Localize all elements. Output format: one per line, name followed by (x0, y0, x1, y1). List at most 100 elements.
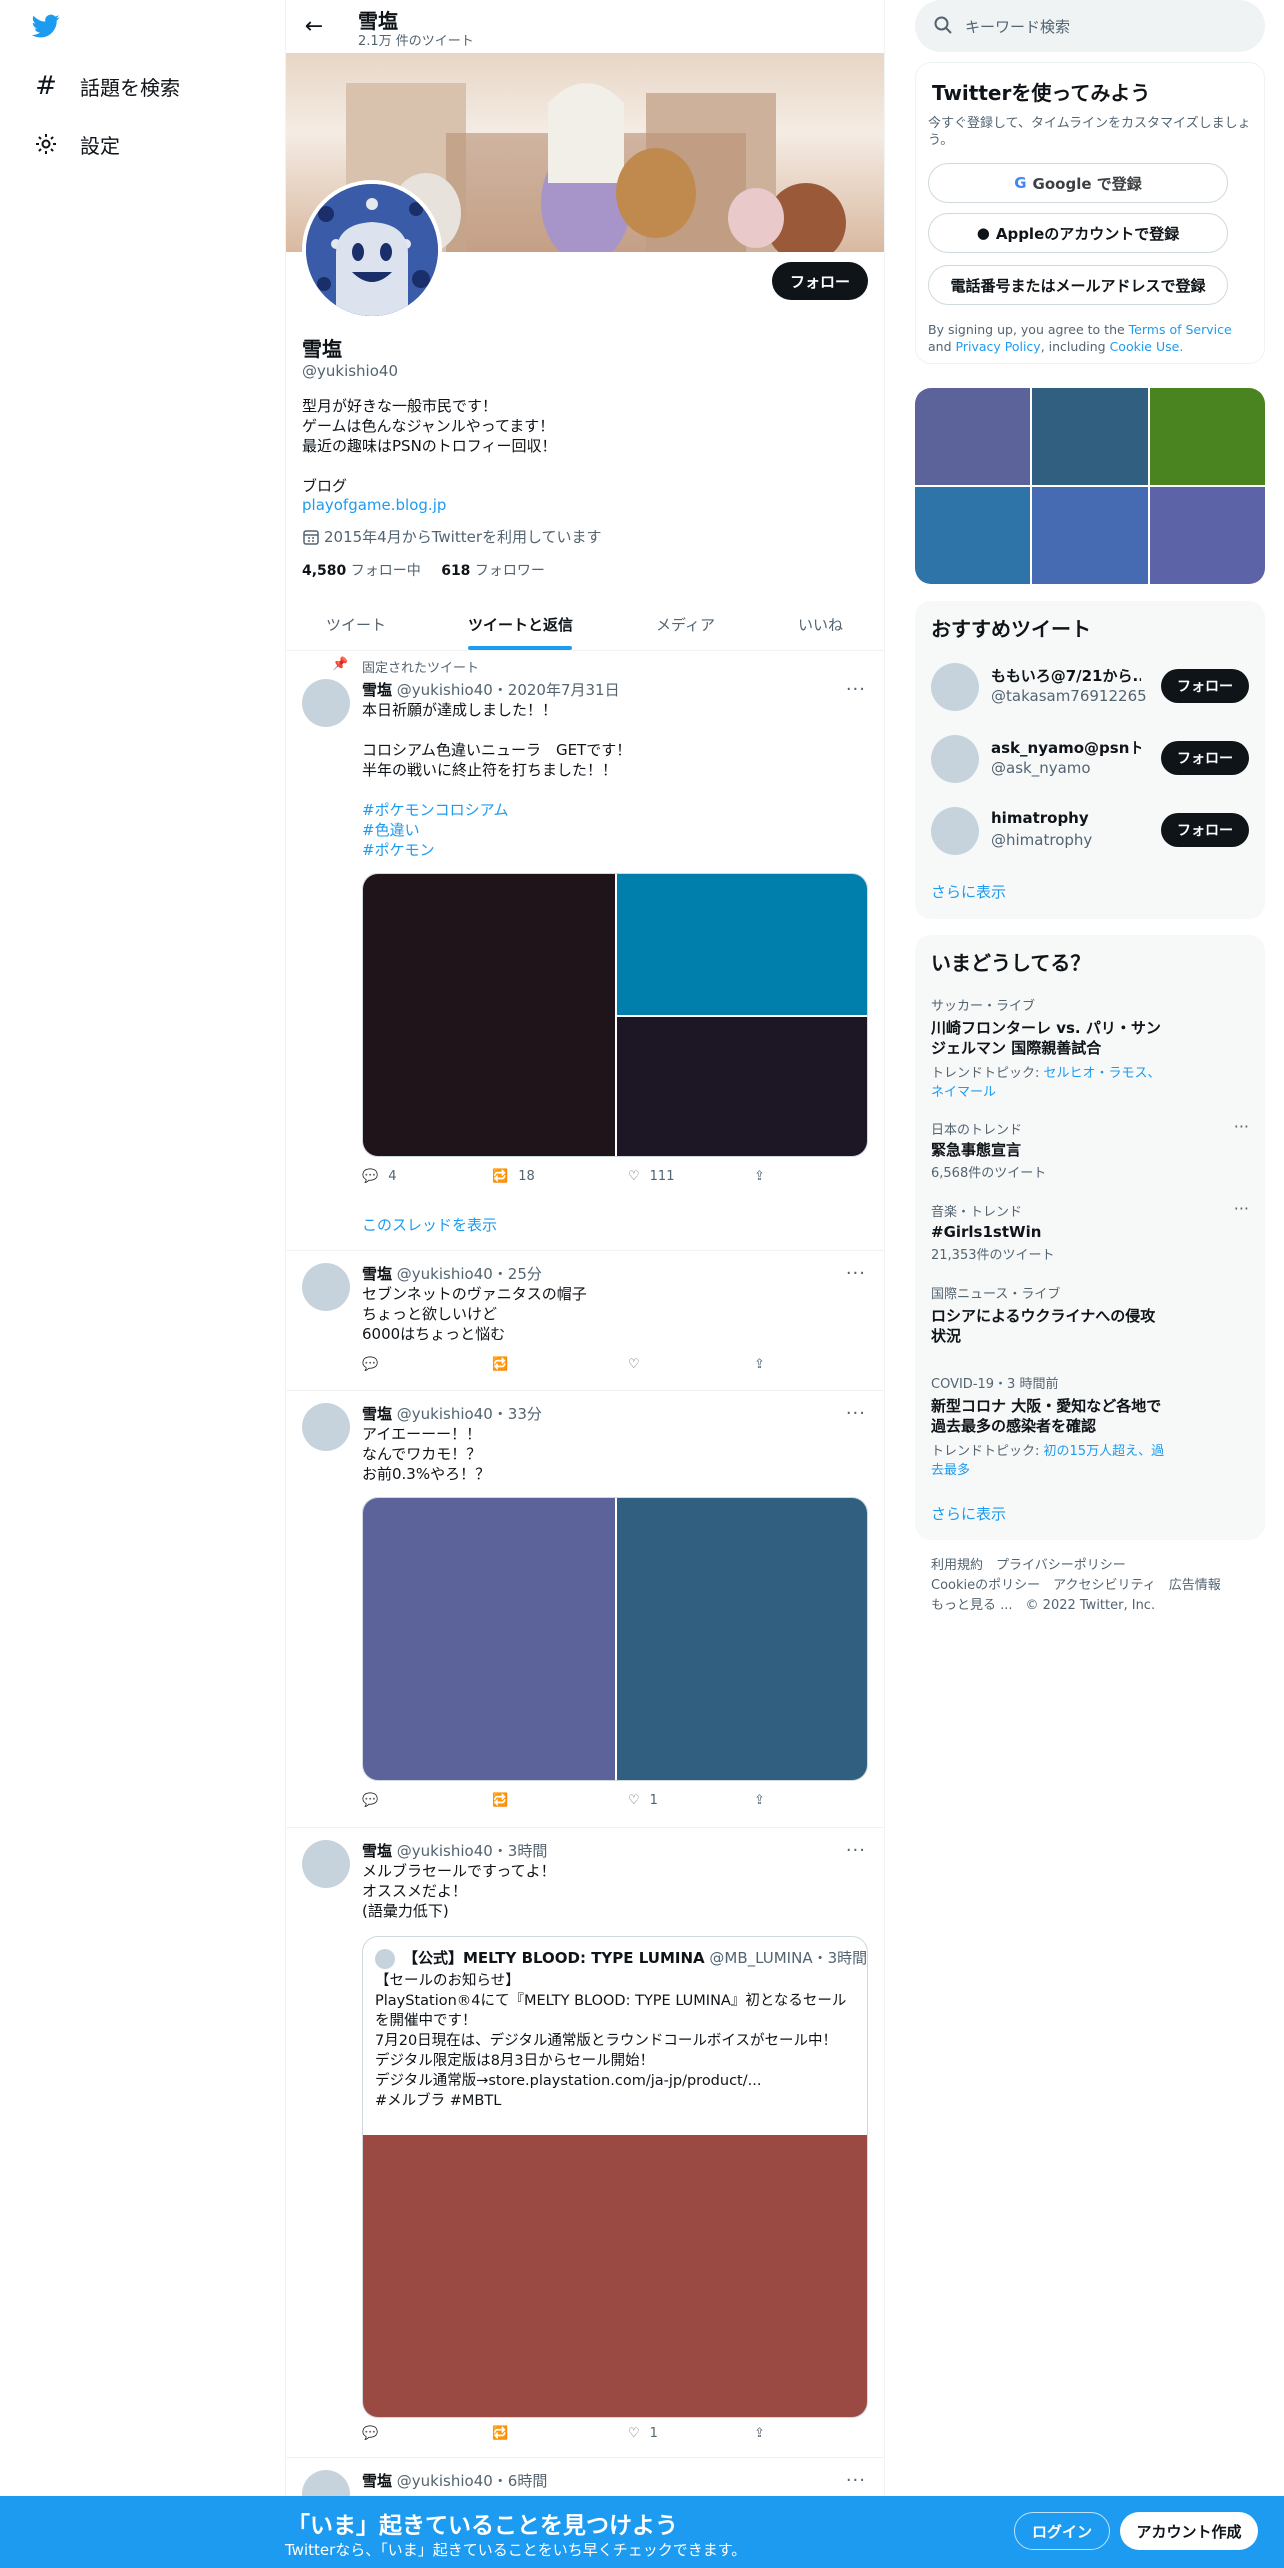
reply-button[interactable]: 💬 (362, 2426, 378, 2441)
privacy-link[interactable]: Privacy Policy (956, 339, 1041, 354)
follow-button[interactable]: フォロー (1161, 741, 1249, 775)
phone-signup-button[interactable]: 電話番号またはメールアドレスで登録 (928, 265, 1228, 305)
more-options-icon[interactable]: ··· (846, 1840, 866, 1861)
footer-link[interactable]: もっと見る ... (931, 1598, 1013, 1613)
back-arrow-icon[interactable]: ← (300, 12, 328, 40)
quote-tweet[interactable]: 【公式】MELTY BLOOD: TYPE LUMINA @MB_LUMINA・… (362, 1936, 868, 2418)
tweet-media[interactable] (362, 873, 868, 1157)
author-name[interactable]: 雪塩 (362, 1842, 392, 1860)
like-button[interactable]: ♡ 1 (628, 2426, 658, 2441)
author-handle[interactable]: @yukishio40 (397, 1842, 493, 1860)
hashtag-link[interactable]: #色違い (362, 820, 870, 840)
more-options-icon[interactable]: ··· (846, 2470, 866, 2491)
user-name[interactable]: ももいろ@7/21から... (991, 665, 1141, 686)
search-input[interactable]: キーワード検索 (915, 0, 1265, 52)
avatar[interactable] (302, 1840, 350, 1888)
tweet[interactable]: 雪塩 @yukishio40・25分 セブンネットのヴァニタスの帽子 ちょっと欲… (286, 1251, 884, 1391)
follow-button[interactable]: フォロー (1161, 669, 1249, 703)
author-name[interactable]: 雪塩 (362, 1405, 392, 1423)
footer-link[interactable]: 広告情報 (1169, 1578, 1221, 1593)
reply-button[interactable]: 💬 4 (362, 1169, 396, 1184)
apple-signup-button[interactable]: ● Appleのアカウントで登録 (928, 213, 1228, 253)
avatar[interactable] (931, 663, 979, 711)
author-name[interactable]: 雪塩 (362, 2472, 392, 2490)
user-name[interactable]: himatrophy (991, 809, 1141, 827)
user-name[interactable]: ask_nyamo@psnト... (991, 737, 1141, 758)
author-name[interactable]: 雪塩 (362, 681, 392, 699)
more-options-icon[interactable]: ··· (846, 679, 866, 700)
trend-topic-link[interactable]: 初の15万人超え、過 (1044, 1444, 1165, 1459)
twitter-logo-icon[interactable] (30, 12, 68, 44)
tweet-time[interactable]: ・2020年7月31日 (493, 681, 620, 699)
avatar[interactable] (302, 1263, 350, 1311)
blog-link[interactable]: playofgame.blog.jp (302, 496, 446, 514)
nav-settings[interactable]: 設定 (32, 124, 120, 164)
tab-tweets[interactable]: ツイート (326, 597, 386, 651)
retweet-button[interactable]: 🔁 (492, 2426, 508, 2441)
retweet-button[interactable]: 🔁 (492, 1357, 508, 1372)
follow-button[interactable]: フォロー (1161, 813, 1249, 847)
media-image[interactable] (617, 1017, 867, 1156)
reply-button[interactable]: 💬 (362, 1793, 378, 1808)
tweet-time[interactable]: ・33分 (493, 1405, 542, 1423)
google-signup-button[interactable]: G Google で登録 (928, 163, 1228, 203)
trend-item[interactable]: 国際ニュース・ライブ ロシアによるウクライナへの侵攻 状況 (931, 1283, 1241, 1346)
share-button[interactable]: ⇪ (754, 1793, 765, 1808)
terms-link[interactable]: Terms of Service (1129, 322, 1232, 337)
avatar[interactable] (302, 679, 350, 727)
profile-avatar[interactable] (302, 180, 442, 320)
media-thumb[interactable] (1032, 487, 1148, 584)
follow-button[interactable]: フォロー (771, 262, 868, 300)
cookie-link[interactable]: Cookie Use. (1110, 339, 1184, 354)
trend-topic-link[interactable]: ネイマール (931, 1085, 996, 1100)
author-handle[interactable]: @yukishio40 (397, 2472, 493, 2490)
footer-link[interactable]: 利用規約 (931, 1558, 983, 1573)
tweet[interactable]: 雪塩 @yukishio40・33分 アイエーーー！！ なんでワカモ！？ お前0… (286, 1391, 884, 1828)
author-handle[interactable]: @yukishio40 (397, 1405, 493, 1423)
footer-link[interactable]: アクセシビリティ (1053, 1578, 1156, 1593)
retweet-button[interactable]: 🔁 (492, 1793, 508, 1808)
share-button[interactable]: ⇪ (754, 1169, 765, 1184)
media-thumb[interactable] (915, 487, 1030, 584)
like-button[interactable]: ♡ 111 (628, 1169, 674, 1184)
reply-button[interactable]: 💬 (362, 1357, 378, 1372)
author-handle[interactable]: @yukishio40 (397, 681, 493, 699)
media-image[interactable] (363, 1498, 615, 1780)
show-more-link[interactable]: さらに表示 (931, 1503, 1006, 1524)
trend-item[interactable]: 音楽・トレンド #Girls1stWin 21,353件のツイート (931, 1201, 1241, 1263)
share-button[interactable]: ⇪ (754, 1357, 765, 1372)
footer-link[interactable]: プライバシーポリシー (996, 1558, 1126, 1573)
like-button[interactable]: ♡ 1 (628, 1793, 658, 1808)
media-image[interactable] (363, 874, 615, 1156)
tweet-time[interactable]: ・25分 (493, 1265, 542, 1283)
trend-topic-link[interactable]: 去最多 (931, 1463, 970, 1478)
tweet[interactable]: 📌 固定されたツイート 雪塩 @yukishio40・2020年7月31日 本日… (286, 651, 884, 1251)
hashtag-link[interactable]: #ポケモンコロシアム (362, 800, 870, 820)
tab-media[interactable]: メディア (656, 597, 715, 651)
share-button[interactable]: ⇪ (754, 2426, 765, 2441)
followers-link[interactable]: 618 フォロワー (441, 563, 545, 579)
trend-item[interactable]: COVID-19・3 時間前 新型コロナ 大阪・愛知など各地で 過去最多の感染者… (931, 1373, 1241, 1478)
tab-likes[interactable]: いいね (798, 597, 843, 651)
avatar[interactable] (931, 735, 979, 783)
media-thumb[interactable] (1032, 388, 1148, 485)
tab-tweets-replies[interactable]: ツイートと返信 (468, 597, 573, 651)
show-thread-link[interactable]: このスレッドを表示 (362, 1214, 497, 1235)
author-handle[interactable]: @yukishio40 (397, 1265, 493, 1283)
signup-button[interactable]: アカウント作成 (1120, 2512, 1258, 2550)
nav-explore[interactable]: # 話題を検索 (32, 66, 180, 106)
tweet-time[interactable]: ・6時間 (493, 2472, 548, 2490)
more-options-icon[interactable]: ··· (1234, 1117, 1249, 1136)
show-more-link[interactable]: さらに表示 (931, 881, 1006, 902)
following-link[interactable]: 4,580 フォロー中 (302, 563, 421, 579)
like-button[interactable]: ♡ (628, 1357, 640, 1372)
author-name[interactable]: 雪塩 (362, 1265, 392, 1283)
media-image[interactable] (617, 874, 867, 1015)
trend-item[interactable]: 日本のトレンド 緊急事態宣言 6,568件のツイート (931, 1119, 1241, 1181)
retweet-button[interactable]: 🔁 18 (492, 1169, 535, 1184)
trend-topic-link[interactable]: セルヒオ・ラモス、 (1044, 1066, 1161, 1081)
hashtag-link[interactable]: #ポケモン (362, 840, 870, 860)
tweet[interactable]: 雪塩 @yukishio40・3時間 メルブラセールですってよ！ オススメだよ！… (286, 1828, 884, 2458)
trend-item[interactable]: サッカー・ライブ 川崎フロンターレ vs. パリ・サン ジェルマン 国際親善試合… (931, 995, 1241, 1100)
more-options-icon[interactable]: ··· (1234, 1199, 1249, 1218)
